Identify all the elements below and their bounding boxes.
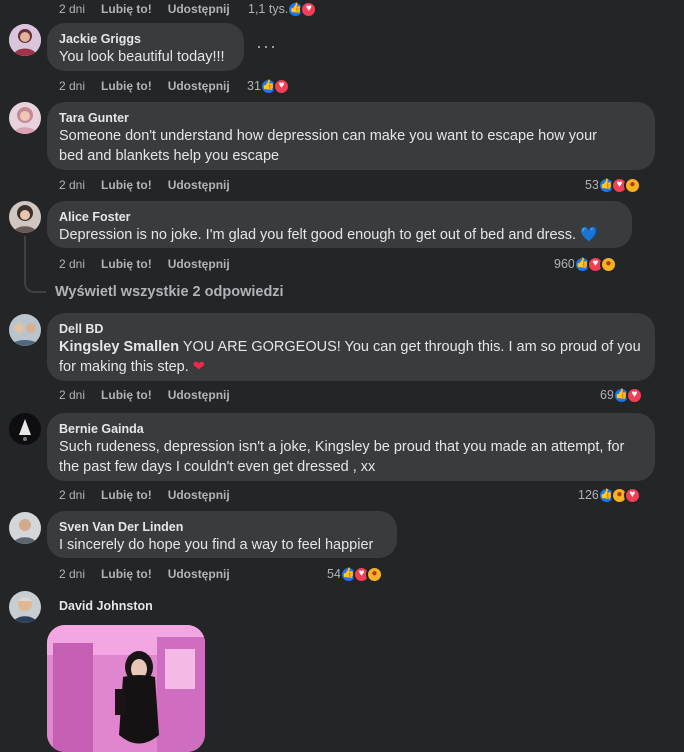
share-link[interactable]: Udostępnij: [168, 255, 230, 273]
reply-thread-curve: [24, 277, 46, 293]
care-reaction-icon: ●: [623, 176, 641, 194]
reaction-count: 1,1 tys.: [248, 2, 289, 16]
comment-time[interactable]: 2 dni: [59, 486, 85, 504]
reaction-count: 53: [585, 178, 599, 192]
comment-bubble: Tara Gunter Someone don't understand how…: [47, 102, 655, 170]
comment-actions: 2 dni Lubię to! Udostępnij: [59, 486, 246, 504]
reaction-summary[interactable]: 31 👍 ♥: [247, 77, 290, 95]
reaction-count: 54: [327, 567, 341, 581]
share-link[interactable]: Udostępnij: [168, 565, 230, 583]
avatar[interactable]: [9, 512, 41, 544]
reaction-summary[interactable]: 53 👍 ♥ ●: [585, 176, 641, 194]
care-reaction-icon: ●: [365, 565, 383, 583]
mention-link[interactable]: Kingsley Smallen: [59, 339, 179, 355]
comment-author[interactable]: Dell BD: [59, 321, 643, 337]
share-link[interactable]: Udostępnij: [168, 486, 230, 504]
avatar[interactable]: [9, 102, 41, 134]
comment-photo[interactable]: [47, 625, 205, 752]
love-reaction-icon: ♥: [300, 0, 318, 18]
like-link[interactable]: Lubię to!: [101, 565, 152, 583]
blue-heart-emoji: 💙: [580, 227, 599, 243]
comment-time[interactable]: 2 dni: [59, 0, 85, 18]
avatar[interactable]: [9, 413, 41, 445]
red-heart-emoji: ❤: [192, 359, 205, 375]
comment-time[interactable]: 2 dni: [59, 176, 85, 194]
comment-text-content: Depression is no joke. I'm glad you felt…: [59, 227, 577, 243]
comment-text-line: Kingsley Smallen YOU ARE GORGEOUS! You c…: [59, 337, 643, 357]
comment-time[interactable]: 2 dni: [59, 565, 85, 583]
top-comment-actions: 2 dni Lubię to! Udostępnij: [59, 0, 246, 18]
comment-actions: 2 dni Lubię to! Udostępnij: [59, 77, 246, 95]
comment-text-content: YOU ARE GORGEOUS! You can get through th…: [179, 339, 641, 355]
comment-author[interactable]: Sven Van Der Linden: [59, 519, 385, 535]
comment-bubble: Jackie Griggs You look beautiful today!!…: [47, 23, 244, 71]
comment-actions: 2 dni Lubię to! Udostępnij: [59, 565, 246, 583]
reaction-count: 69: [600, 388, 614, 402]
like-link[interactable]: Lubię to!: [101, 486, 152, 504]
comment-actions: 2 dni Lubię to! Udostępnij: [59, 176, 246, 194]
love-reaction-icon: ♥: [625, 386, 643, 404]
care-reaction-icon: ●: [599, 255, 617, 273]
comment-author[interactable]: Jackie Griggs: [59, 31, 232, 47]
love-reaction-icon: ♥: [623, 486, 641, 504]
comment-text-line: for making this step. ❤: [59, 357, 643, 377]
reaction-summary[interactable]: 960 👍 ♥ ●: [554, 255, 617, 273]
share-link[interactable]: Udostępnij: [168, 386, 230, 404]
comment-text: I sincerely do hope you find a way to fe…: [59, 537, 374, 553]
reply-thread-line: [24, 236, 26, 278]
comment-bubble: Sven Van Der Linden I sincerely do hope …: [47, 511, 397, 558]
comment-text-content: for making this step.: [59, 359, 189, 375]
avatar[interactable]: [9, 314, 41, 346]
reaction-summary[interactable]: 1,1 tys. 👍 ♥: [248, 0, 318, 18]
comment-author[interactable]: David Johnston: [59, 598, 153, 614]
comment-actions: 2 dni Lubię to! Udostępnij: [59, 386, 246, 404]
comment-text: You look beautiful today!!!: [59, 49, 225, 65]
comment-time[interactable]: 2 dni: [59, 255, 85, 273]
comment-time[interactable]: 2 dni: [59, 77, 85, 95]
like-link[interactable]: Lubię to!: [101, 176, 152, 194]
reaction-count: 126: [578, 488, 599, 502]
reaction-count: 960: [554, 257, 575, 271]
like-link[interactable]: Lubię to!: [101, 77, 152, 95]
share-link[interactable]: Udostępnij: [168, 77, 230, 95]
comment-actions: 2 dni Lubię to! Udostępnij: [59, 255, 246, 273]
like-link[interactable]: Lubię to!: [101, 386, 152, 404]
reaction-summary[interactable]: 126 👍 ● ♥: [578, 486, 641, 504]
reaction-summary[interactable]: 54 👍 ♥ ●: [327, 565, 383, 583]
comment-text-line: bed and blankets help you escape: [59, 148, 280, 164]
comment-text: Depression is no joke. I'm glad you felt…: [59, 225, 620, 245]
reaction-summary[interactable]: 69 👍 ♥: [600, 386, 643, 404]
share-link[interactable]: Udostępnij: [168, 0, 230, 18]
comment-text-line: Such rudeness, depression isn't a joke, …: [59, 439, 625, 455]
comment-text-line: Someone don't understand how depression …: [59, 128, 597, 144]
comment-author[interactable]: Tara Gunter: [59, 110, 643, 126]
comment-bubble: Bernie Gainda Such rudeness, depression …: [47, 413, 655, 481]
avatar[interactable]: [9, 591, 41, 623]
like-link[interactable]: Lubię to!: [101, 0, 152, 18]
view-replies-link[interactable]: Wyświetl wszystkie 2 odpowiedzi: [55, 284, 284, 300]
love-reaction-icon: ♥: [272, 77, 290, 95]
like-link[interactable]: Lubię to!: [101, 255, 152, 273]
comment-author[interactable]: Alice Foster: [59, 209, 620, 225]
more-options-icon[interactable]: ···: [256, 36, 277, 57]
comment-text-line: the past few days I couldn't even get dr…: [59, 459, 376, 475]
reaction-count: 31: [247, 79, 261, 93]
share-link[interactable]: Udostępnij: [168, 176, 230, 194]
avatar[interactable]: [9, 201, 41, 233]
comment-time[interactable]: 2 dni: [59, 386, 85, 404]
comment-bubble: Alice Foster Depression is no joke. I'm …: [47, 201, 632, 248]
comment-author[interactable]: Bernie Gainda: [59, 421, 643, 437]
avatar[interactable]: [9, 24, 41, 56]
comment-bubble: Dell BD Kingsley Smallen YOU ARE GORGEOU…: [47, 313, 655, 381]
